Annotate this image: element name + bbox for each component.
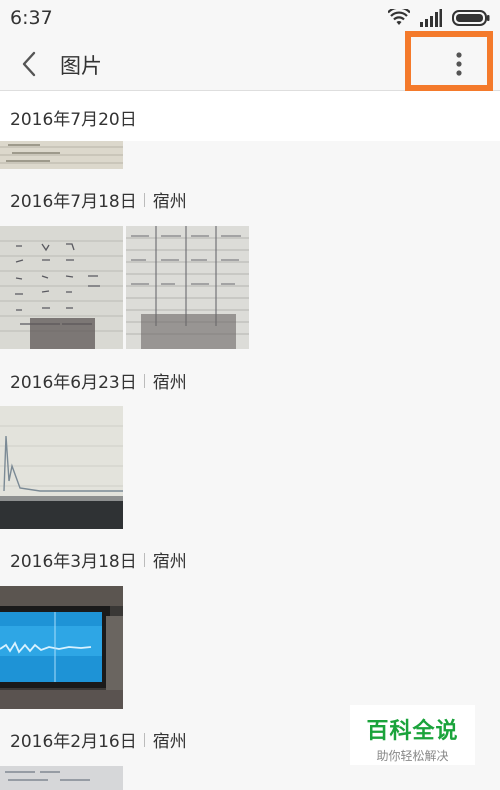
page-title: 图片	[60, 54, 102, 78]
watermark-title: 百科全说	[366, 719, 459, 744]
divider	[143, 732, 145, 747]
photo-thumbnail[interactable]	[0, 766, 123, 790]
group-date: 2016年6月23日	[10, 373, 137, 393]
date-header: 2016年3月18日 宿州	[10, 547, 187, 572]
group-date: 2016年7月18日	[10, 192, 137, 212]
photo-thumbnail[interactable]	[0, 141, 123, 169]
sticky-date-header: 2016年7月20日	[0, 91, 500, 141]
divider	[143, 192, 145, 207]
group-date: 2016年3月18日	[10, 552, 137, 572]
chevron-left-icon	[22, 51, 36, 77]
watermark-subtitle: 助你轻松解决	[376, 749, 449, 763]
date-header: 2016年7月18日 宿州	[10, 187, 187, 212]
date-header: 2016年6月23日 宿州	[10, 368, 187, 393]
group-location: 宿州	[152, 192, 187, 212]
group-date: 2016年7月20日	[10, 110, 137, 130]
photo-thumbnail[interactable]	[0, 406, 123, 529]
back-button[interactable]	[16, 48, 46, 80]
more-options-button[interactable]	[405, 31, 493, 91]
group-location: 宿州	[152, 732, 187, 752]
group-date: 2016年2月16日	[10, 732, 137, 752]
divider	[143, 552, 145, 567]
wifi-icon	[388, 9, 410, 25]
battery-icon	[452, 10, 490, 26]
photo-thumbnail[interactable]	[0, 586, 123, 709]
app-bar: 图片	[0, 31, 500, 91]
group-location: 宿州	[152, 373, 187, 393]
divider	[143, 373, 145, 388]
more-vertical-icon	[456, 52, 462, 76]
photo-thumbnail[interactable]	[0, 226, 123, 349]
signal-icon	[420, 9, 442, 27]
date-header: 2016年2月16日 宿州	[10, 727, 187, 752]
status-time: 6:37	[10, 7, 53, 29]
group-location: 宿州	[152, 552, 187, 572]
photo-thumbnail[interactable]	[126, 226, 249, 349]
watermark-logo: 百科全说 助你轻松解决	[350, 705, 475, 765]
